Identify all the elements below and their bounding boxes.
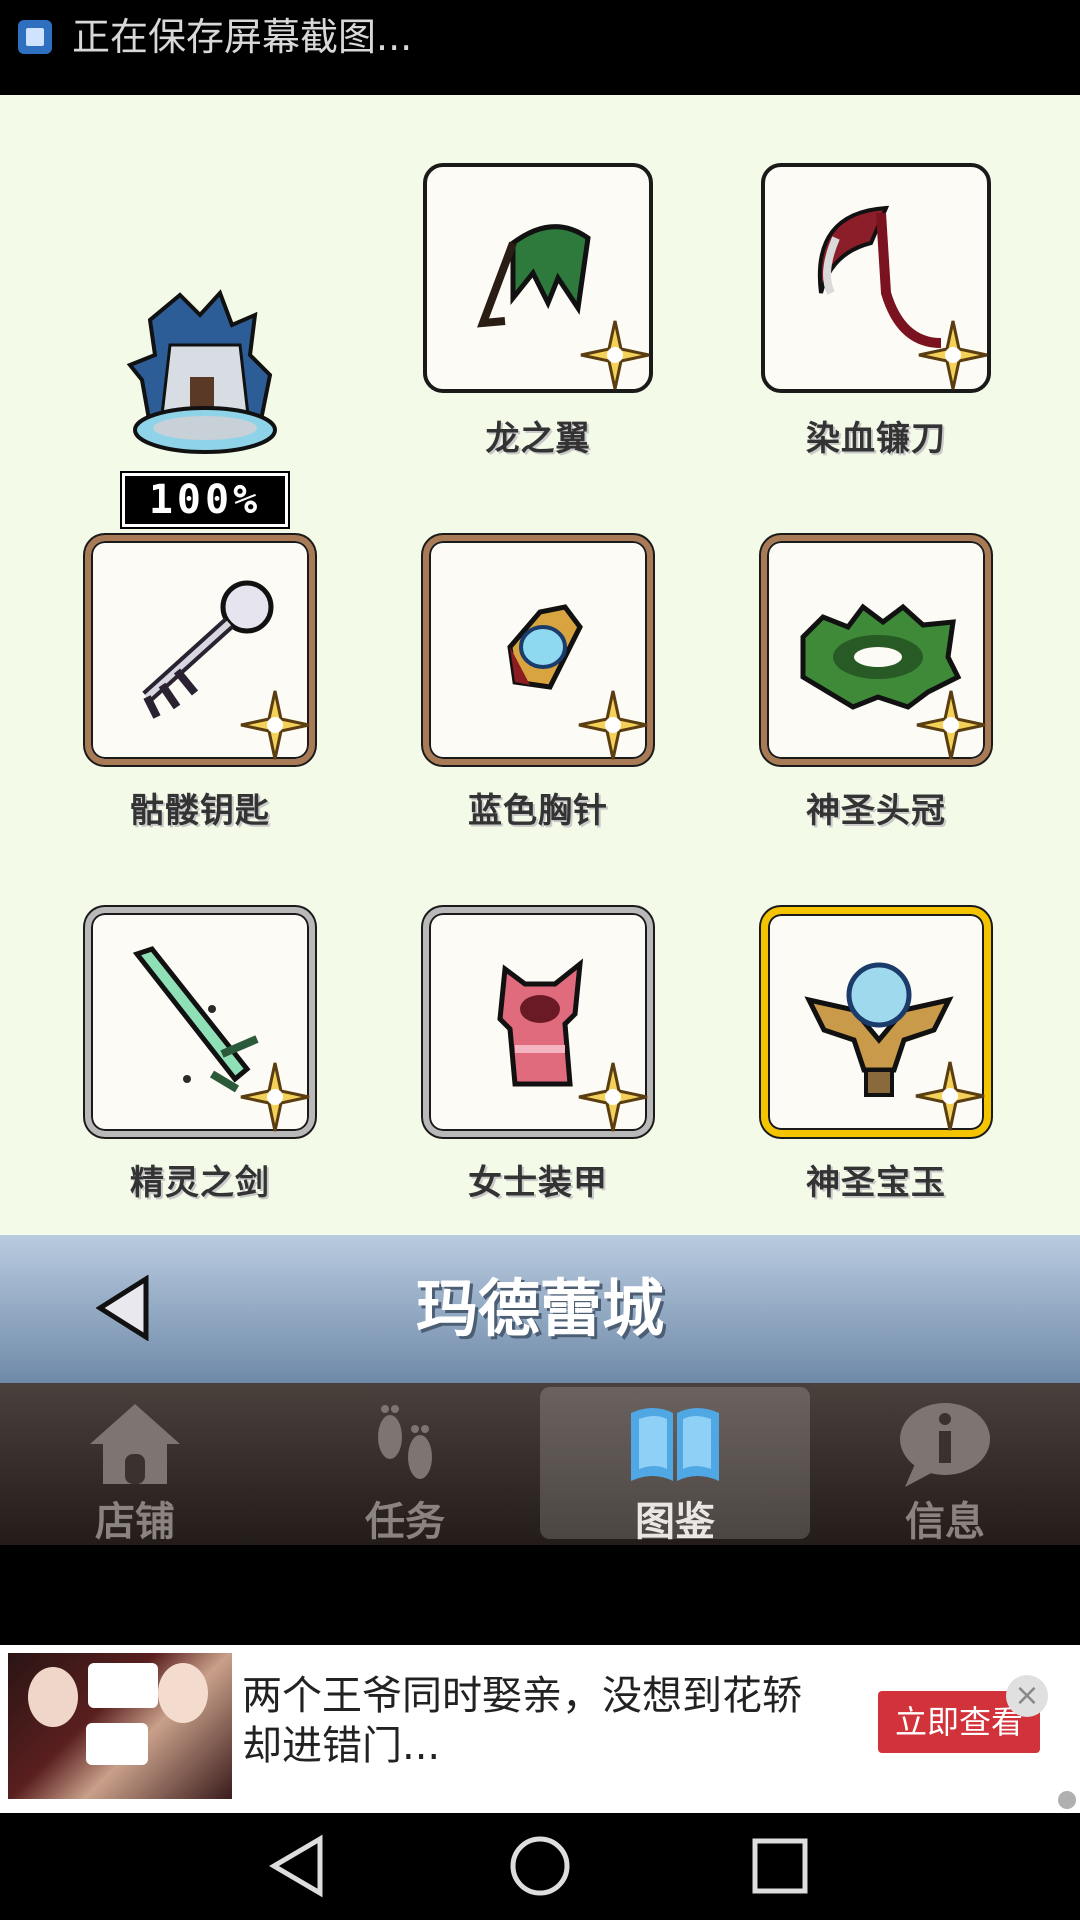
item-frame	[761, 163, 991, 393]
tab-encyclopedia[interactable]: 图鉴	[540, 1383, 810, 1545]
collection-item-elf-sword[interactable]: 精灵之剑	[85, 907, 421, 1279]
house-icon	[90, 1404, 180, 1484]
collection-item-holy-crown[interactable]: 神圣头冠	[761, 535, 1080, 907]
completion-percent: 100%	[120, 471, 290, 529]
collection-grid: 100% 龙之翼 染血镰刀 骷髅钥匙 蓝色胸针 神圣头冠 精灵之剑 女士装甲 神…	[0, 95, 1080, 1235]
sparkle-icon	[916, 690, 986, 760]
item-label: 精灵之剑	[130, 1163, 270, 1203]
nav-recents-icon[interactable]	[745, 1831, 815, 1901]
item-label: 蓝色胸针	[468, 791, 608, 831]
item-frame	[85, 535, 315, 765]
collection-item-bloody-scythe[interactable]: 染血镰刀	[761, 163, 1080, 535]
collection-item-dragon-wing[interactable]: 龙之翼	[423, 163, 759, 535]
status-text: 正在保存屏幕截图...	[72, 15, 413, 59]
sparkle-icon	[580, 320, 650, 390]
sparkle-icon	[240, 1062, 310, 1132]
sparkle-icon	[578, 1062, 648, 1132]
ad-close-button[interactable]: ×	[1006, 1675, 1048, 1717]
info-bubble-icon	[900, 1403, 990, 1487]
system-nav-bar	[0, 1813, 1080, 1920]
page-title: 玛德蕾城	[415, 1272, 664, 1345]
tab-info[interactable]: 信息	[810, 1383, 1080, 1545]
tab-shop[interactable]: 店铺	[0, 1383, 270, 1545]
ad-speech-bubble	[86, 1723, 148, 1765]
sparkle-icon	[915, 1061, 985, 1131]
collection-item-blue-brooch[interactable]: 蓝色胸针	[423, 535, 759, 907]
ad-banner[interactable]: 两个王爷同时娶亲，没想到花轿却进错门... 立即查看 ×	[0, 1645, 1080, 1813]
item-frame	[423, 535, 653, 765]
nav-home-icon[interactable]	[505, 1831, 575, 1901]
tab-bar: 店铺 任务 图鉴 信息	[0, 1383, 1080, 1545]
item-label: 神圣头冠	[806, 791, 946, 831]
item-label: 龙之翼	[485, 419, 591, 459]
status-bar: 正在保存屏幕截图...	[0, 0, 1080, 95]
item-frame	[761, 535, 991, 765]
empty-area	[0, 1545, 1080, 1645]
tab-label: 任务	[365, 1499, 445, 1545]
collection-item-skull-key[interactable]: 骷髅钥匙	[85, 535, 421, 907]
item-label: 骷髅钥匙	[130, 791, 270, 831]
collection-item-holy-jewel[interactable]: 神圣宝玉	[761, 907, 1080, 1279]
castle-crystal-icon	[126, 289, 277, 454]
tab-quest[interactable]: 任务	[270, 1383, 540, 1545]
ad-text[interactable]: 两个王爷同时娶亲，没想到花轿却进错门...	[242, 1671, 822, 1771]
ad-figure-right	[158, 1663, 208, 1723]
collection-item-lady-armor[interactable]: 女士装甲	[423, 907, 759, 1279]
ad-figure-left	[28, 1667, 78, 1727]
tab-label: 信息	[905, 1499, 985, 1545]
item-frame	[85, 907, 315, 1137]
tab-label: 图鉴	[635, 1499, 715, 1545]
item-frame	[761, 907, 991, 1137]
book-icon	[631, 1408, 719, 1481]
item-label: 女士装甲	[468, 1163, 608, 1203]
back-arrow-icon[interactable]	[96, 1275, 150, 1341]
title-bar: 玛德蕾城	[0, 1235, 1080, 1383]
screenshot-icon	[18, 20, 52, 54]
footprints-icon	[378, 1405, 432, 1479]
sparkle-icon	[578, 690, 648, 760]
item-label: 神圣宝玉	[806, 1163, 946, 1203]
ad-speech-bubble	[88, 1663, 158, 1708]
sparkle-icon	[918, 320, 988, 390]
ad-thumbnail[interactable]	[8, 1653, 232, 1799]
item-frame	[423, 907, 653, 1137]
tab-label: 店铺	[95, 1499, 175, 1545]
nav-back-icon[interactable]	[262, 1831, 332, 1901]
ad-mark-icon	[1058, 1791, 1076, 1809]
item-frame	[423, 163, 653, 393]
item-label: 染血镰刀	[806, 419, 946, 459]
sparkle-icon	[240, 690, 310, 760]
